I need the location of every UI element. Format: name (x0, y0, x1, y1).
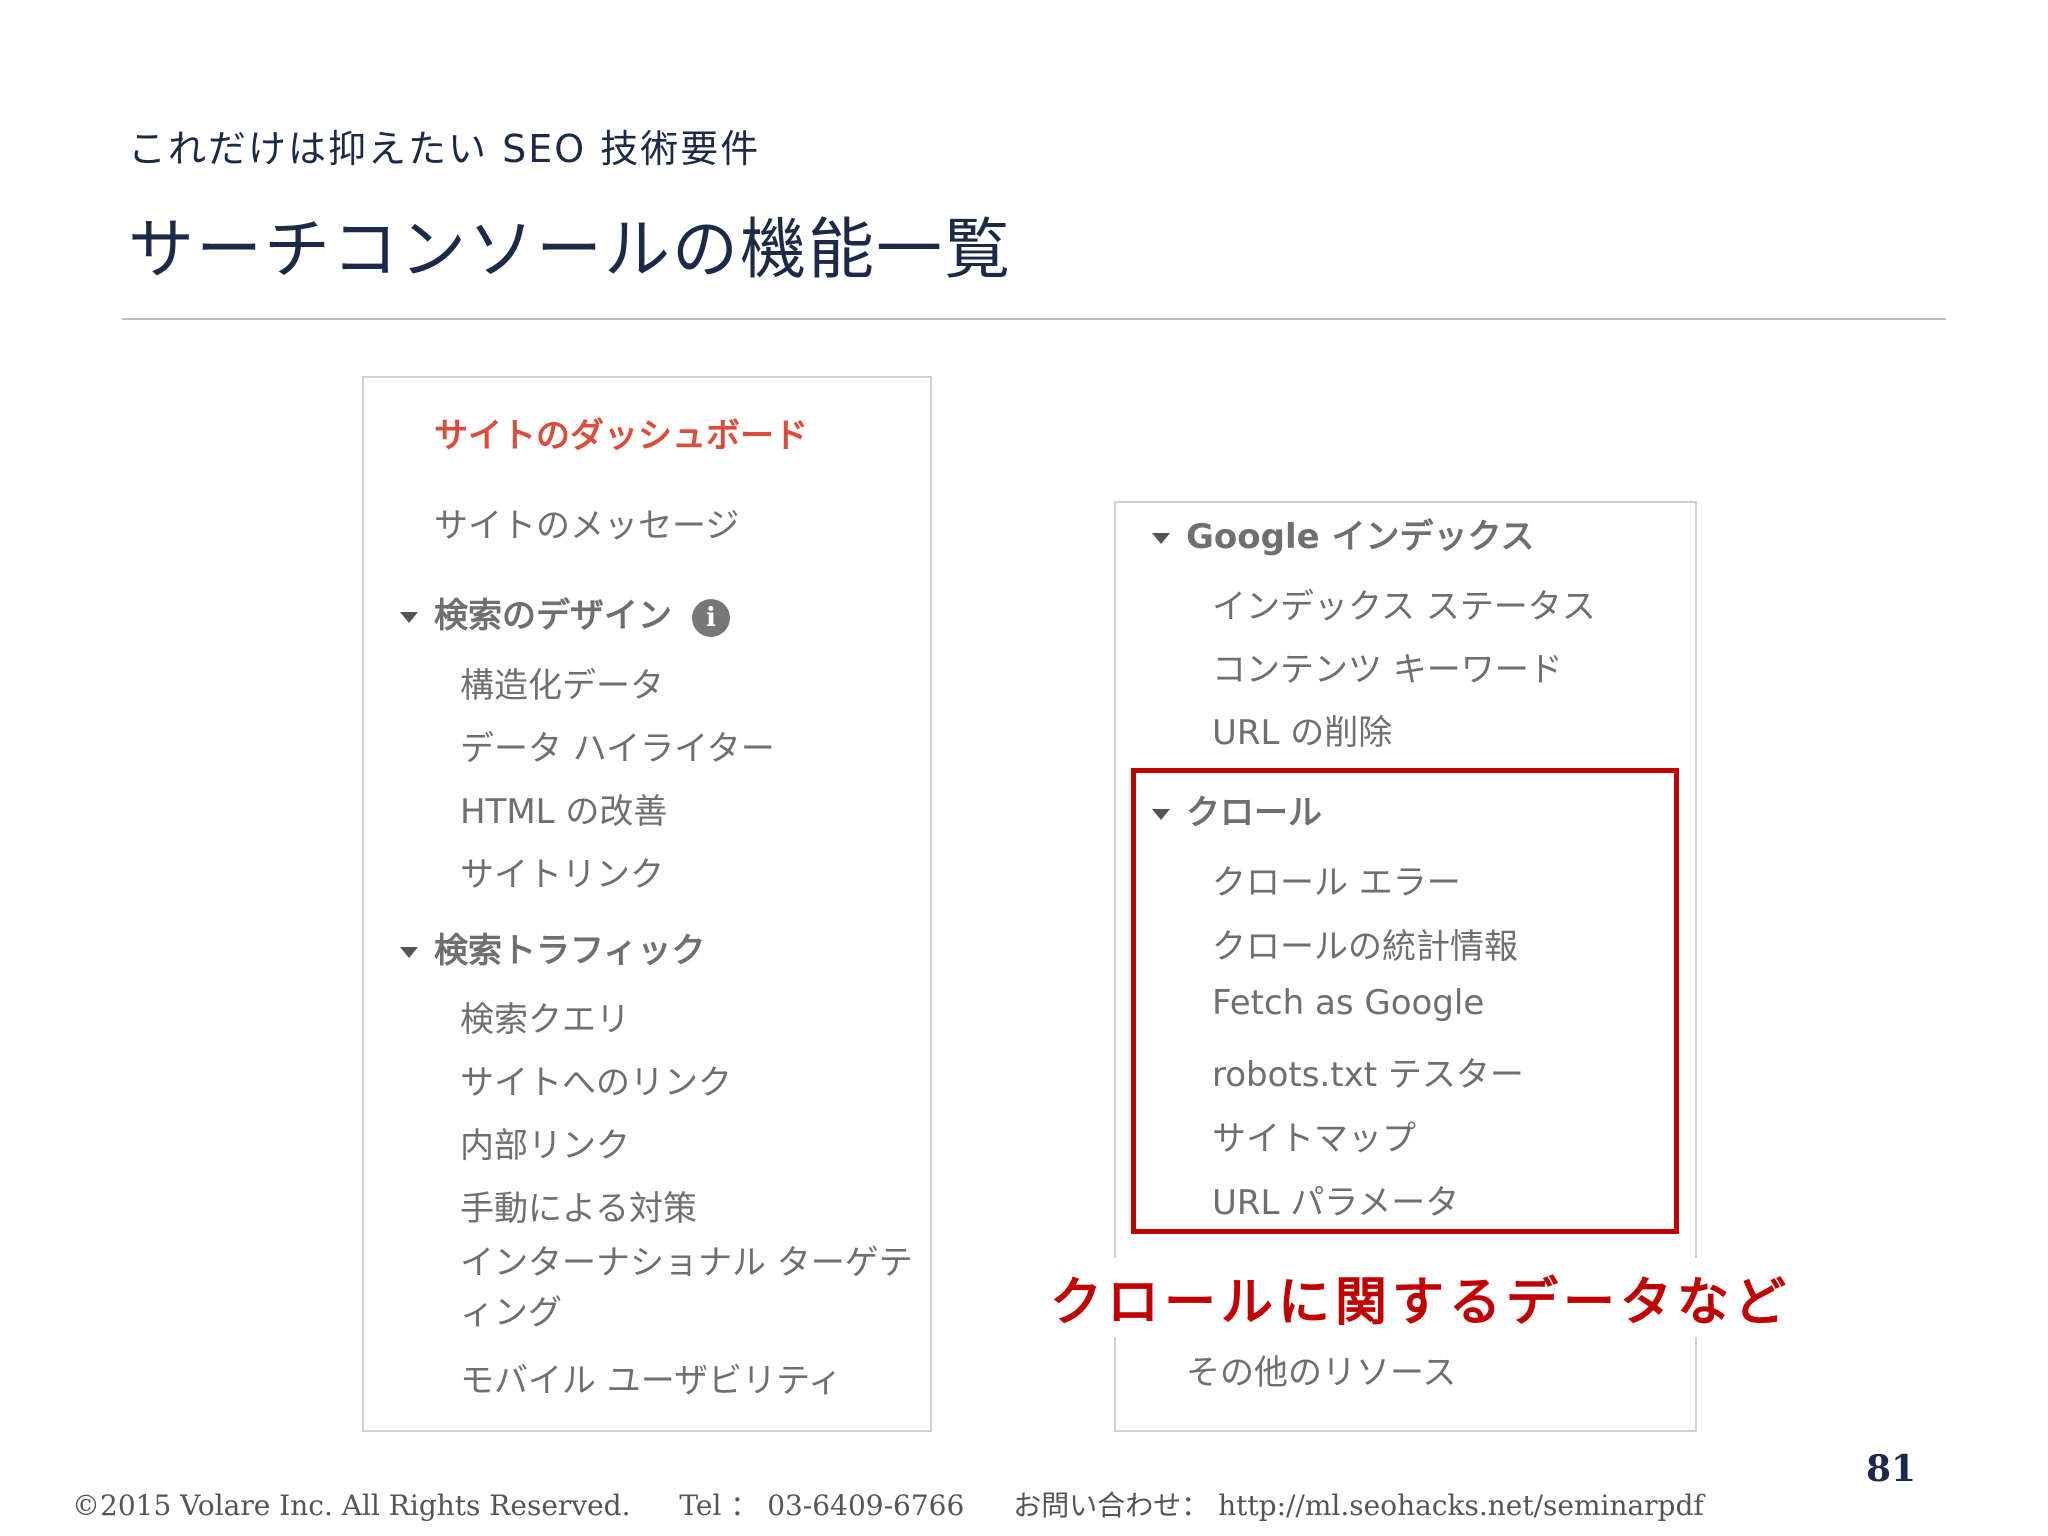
nav-item-site-dashboard[interactable]: サイトのダッシュボード (434, 408, 808, 457)
nav-item-other-resources[interactable]: その他のリソース (1186, 1345, 1456, 1394)
section-label: 検索のデザイン (434, 596, 672, 636)
footer: ©2015 Volare Inc. All Rights Reserved. T… (72, 1484, 1744, 1524)
nav-item-content-keywords[interactable]: コンテンツ キーワード (1212, 642, 1563, 691)
page-title: サーチコンソールの機能一覧 (128, 211, 1012, 288)
nav-item-structured-data[interactable]: 構造化データ (460, 658, 664, 707)
section-label: Google インデックス (1186, 517, 1535, 557)
nav-item-search-queries[interactable]: 検索クエリ (460, 992, 630, 1041)
footer-contact: お問い合わせ： http://ml.seohacks.net/seminarpd… (1013, 1489, 1704, 1522)
caret-down-icon (400, 612, 418, 623)
caret-down-icon (1152, 533, 1170, 544)
page-number: 81 (1866, 1448, 1917, 1490)
nav-section-google-index[interactable]: Google インデックス (1152, 509, 1535, 558)
nav-item-links-to-site[interactable]: サイトへのリンク (460, 1055, 732, 1104)
footer-tel: Tel ： 03-6409-6766 (679, 1489, 965, 1522)
nav-item-site-messages[interactable]: サイトのメッセージ (434, 498, 739, 547)
nav-item-html-improvements[interactable]: HTML の改善 (460, 784, 667, 833)
info-icon[interactable]: i (692, 598, 730, 637)
section-label: 検索トラフィック (434, 931, 706, 971)
crawl-callout-text: クロールに関するデータなど (1040, 1258, 1786, 1337)
crawl-highlight-box (1131, 768, 1679, 1234)
caret-down-icon (400, 947, 418, 958)
nav-item-mobile-usability[interactable]: モバイル ユーザビリティ (460, 1353, 842, 1402)
left-nav-panel: サイトのダッシュボード サイトのメッセージ 検索のデザイン i 構造化データ デー… (362, 376, 932, 1432)
subtitle: これだけは抑えたい SEO 技術要件 (128, 127, 761, 171)
footer-copyright: ©2015 Volare Inc. All Rights Reserved. (72, 1489, 631, 1522)
nav-item-international-targeting[interactable]: インターナショナル ターゲティング (460, 1238, 920, 1338)
nav-item-internal-links[interactable]: 内部リンク (460, 1118, 630, 1167)
nav-item-sitelinks[interactable]: サイトリンク (460, 847, 664, 896)
nav-item-data-highlighter[interactable]: データ ハイライター (460, 721, 775, 770)
nav-item-index-status[interactable]: インデックス ステータス (1212, 579, 1596, 628)
nav-item-manual-actions[interactable]: 手動による対策 (460, 1181, 697, 1230)
nav-section-search-appearance[interactable]: 検索のデザイン i (400, 588, 730, 637)
nav-item-remove-urls[interactable]: URL の削除 (1212, 705, 1392, 754)
nav-section-search-traffic[interactable]: 検索トラフィック (400, 923, 705, 972)
title-divider (122, 318, 1946, 320)
